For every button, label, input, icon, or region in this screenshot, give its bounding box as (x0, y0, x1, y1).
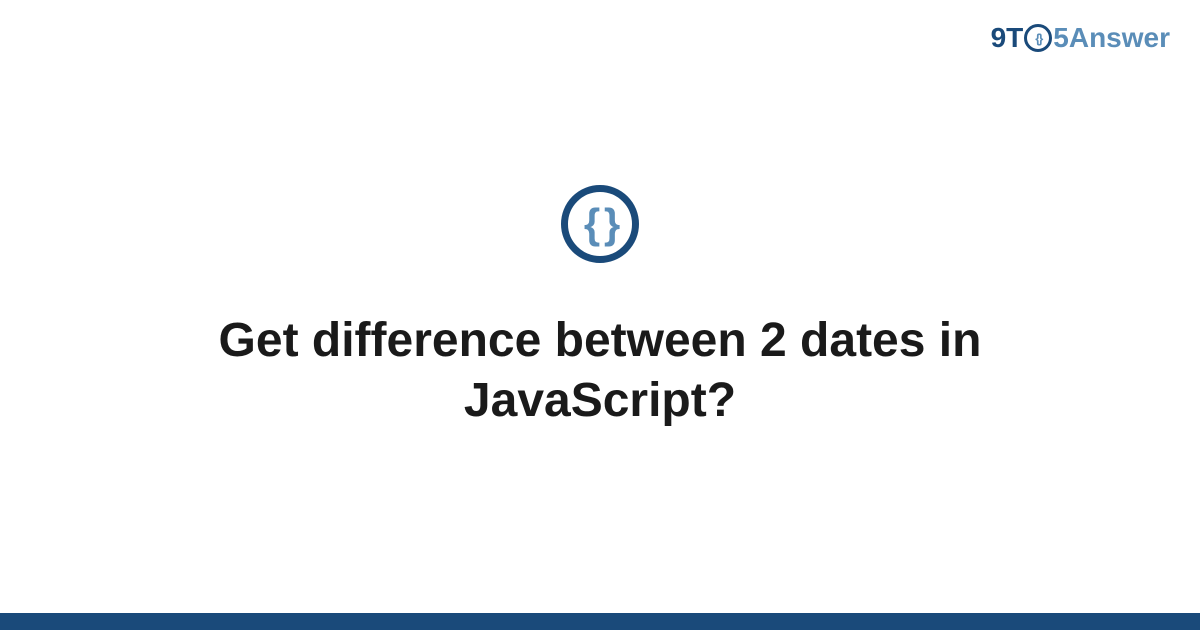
footer-bar (0, 613, 1200, 630)
main-content: { } Get difference between 2 dates in Ja… (0, 0, 1200, 615)
topic-icon: { } (561, 185, 639, 263)
page-title: Get difference between 2 dates in JavaSc… (100, 311, 1100, 431)
code-braces-icon: { } (584, 200, 616, 248)
